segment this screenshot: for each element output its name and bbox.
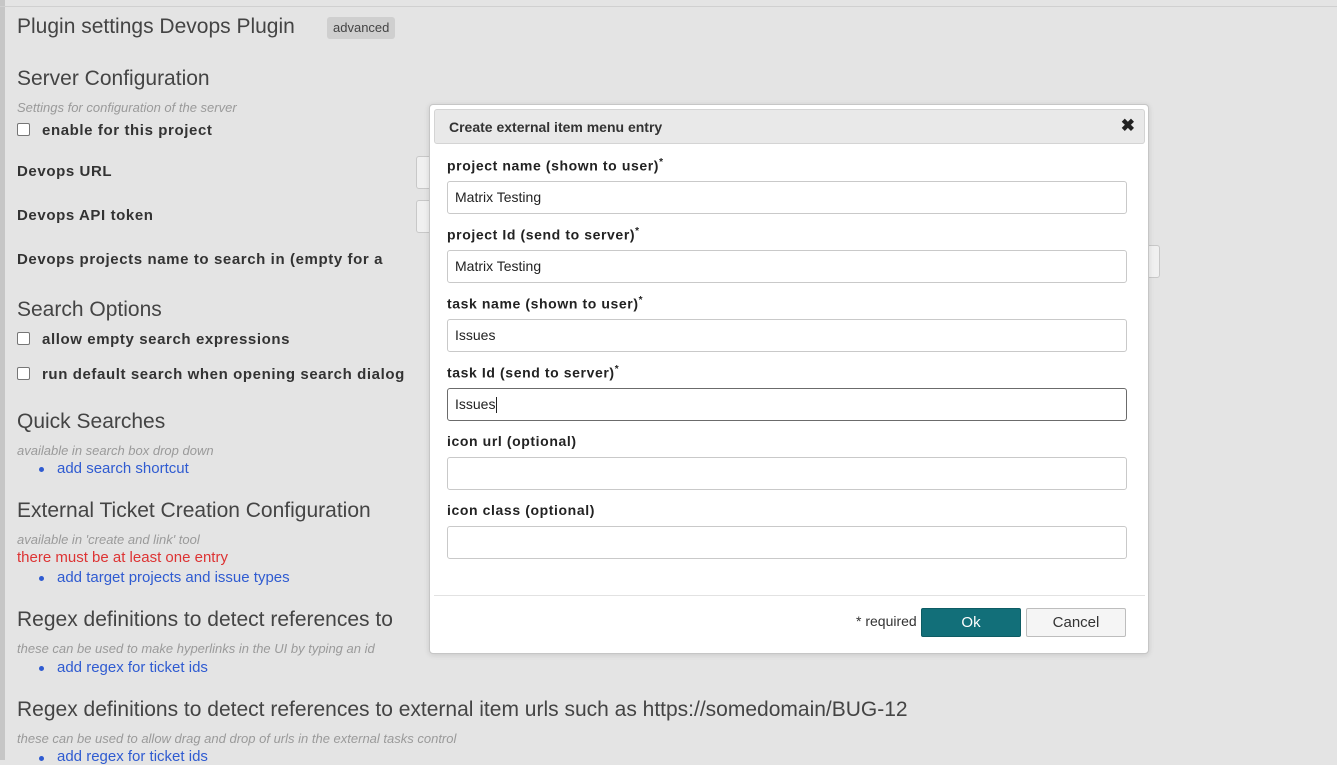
list-bullet xyxy=(39,467,44,472)
server-config-heading: Server Configuration xyxy=(17,67,210,90)
add-regex-url-link[interactable]: add regex for ticket ids xyxy=(57,748,208,765)
search-options-heading: Search Options xyxy=(17,298,162,321)
page-title: Plugin settings Devops Plugin xyxy=(17,15,295,38)
quick-searches-hint: available in search box drop down xyxy=(17,443,214,458)
add-target-projects-link[interactable]: add target projects and issue types xyxy=(57,569,290,586)
regex-urls-heading: Regex definitions to detect references t… xyxy=(17,698,908,721)
ok-button[interactable]: Ok xyxy=(921,608,1021,637)
cancel-button[interactable]: Cancel xyxy=(1026,608,1126,637)
external-ticket-error: there must be at least one entry xyxy=(17,549,228,566)
task-id-label: task Id (send to server)* xyxy=(447,364,620,381)
create-menu-entry-dialog: Create external item menu entry ✖ projec… xyxy=(429,104,1149,654)
server-config-hint: Settings for configuration of the server xyxy=(17,100,237,115)
task-id-input[interactable]: Issues xyxy=(447,388,1127,421)
project-id-input[interactable]: Matrix Testing xyxy=(447,250,1127,283)
external-ticket-heading: External Ticket Creation Configuration xyxy=(17,499,371,522)
list-bullet xyxy=(39,666,44,671)
icon-class-input[interactable] xyxy=(447,526,1127,559)
icon-class-label: icon class (optional) xyxy=(447,502,595,518)
text-caret xyxy=(496,397,498,414)
devops-token-label: Devops API token xyxy=(17,207,154,224)
task-name-input[interactable]: Issues xyxy=(447,319,1127,352)
allow-empty-search-label: allow empty search expressions xyxy=(42,331,291,348)
external-ticket-hint: available in 'create and link' tool xyxy=(17,532,200,547)
left-edge-bar xyxy=(0,0,5,760)
top-divider xyxy=(0,6,1337,7)
allow-empty-search-checkbox[interactable] xyxy=(17,332,30,345)
devops-url-label: Devops URL xyxy=(17,163,113,180)
close-icon[interactable]: ✖ xyxy=(1121,117,1135,135)
enable-project-checkbox[interactable] xyxy=(17,123,30,136)
quick-searches-heading: Quick Searches xyxy=(17,410,166,433)
project-name-input[interactable]: Matrix Testing xyxy=(447,181,1127,214)
add-search-shortcut-link[interactable]: add search shortcut xyxy=(57,460,189,477)
run-default-search-checkbox[interactable] xyxy=(17,367,30,380)
required-note: * required xyxy=(856,613,917,629)
icon-url-label: icon url (optional) xyxy=(447,433,577,449)
regex-refs-hint: these can be used to make hyperlinks in … xyxy=(17,641,375,656)
run-default-search-label: run default search when opening search d… xyxy=(42,366,405,383)
list-bullet xyxy=(39,576,44,581)
advanced-badge[interactable]: advanced xyxy=(327,17,396,39)
regex-urls-hint: these can be used to allow drag and drop… xyxy=(17,731,457,746)
list-bullet xyxy=(39,756,44,761)
dialog-header: Create external item menu entry ✖ xyxy=(434,109,1145,144)
regex-refs-heading: Regex definitions to detect references t… xyxy=(17,608,393,631)
project-id-label: project Id (send to server)* xyxy=(447,226,640,243)
icon-url-input[interactable] xyxy=(447,457,1127,490)
project-name-label: project name (shown to user)* xyxy=(447,157,664,174)
dialog-footer-divider xyxy=(434,595,1145,596)
task-name-label: task name (shown to user)* xyxy=(447,295,644,312)
dialog-title: Create external item menu entry xyxy=(449,119,663,135)
add-regex-ticket-ids-link[interactable]: add regex for ticket ids xyxy=(57,659,208,676)
enable-project-label: enable for this project xyxy=(42,122,213,139)
devops-projects-label: Devops projects name to search in (empty… xyxy=(17,251,384,268)
